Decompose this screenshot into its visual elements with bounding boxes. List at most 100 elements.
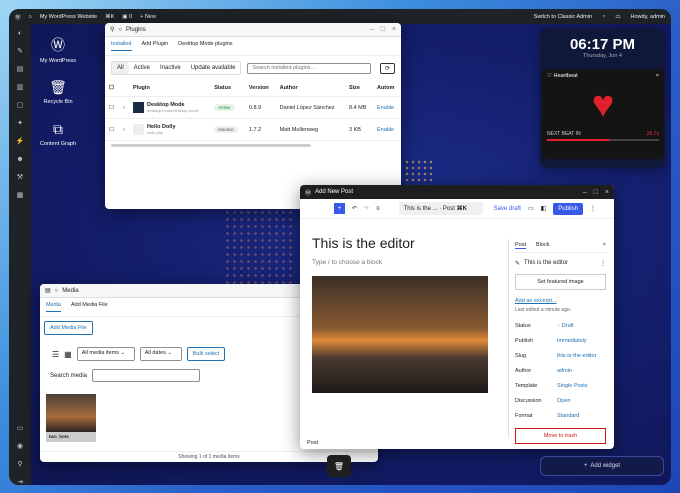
tab-post[interactable]: Post bbox=[515, 242, 527, 249]
expand-icon[interactable]: › bbox=[119, 96, 129, 119]
meta-template[interactable]: Template Single Posts bbox=[515, 383, 606, 389]
media-date-select[interactable]: All dates ⌄ bbox=[139, 347, 182, 361]
more-options-icon[interactable]: ⋮ bbox=[590, 205, 596, 212]
enable-link[interactable]: Enable bbox=[372, 96, 401, 119]
set-featured-image-button[interactable]: Set featured image bbox=[515, 274, 606, 290]
undo-icon[interactable]: ↶ bbox=[352, 205, 357, 212]
tab-installed[interactable]: Installed bbox=[111, 41, 132, 51]
select-all-checkbox[interactable]: ☐ bbox=[105, 80, 119, 97]
col-version[interactable]: Version bbox=[244, 80, 276, 97]
move-to-trash-button[interactable]: Move to trash bbox=[515, 428, 606, 444]
row-checkbox[interactable]: ☐ bbox=[105, 96, 119, 119]
enable-link[interactable]: Enable bbox=[372, 118, 401, 141]
comments-count[interactable]: ▣ 0 bbox=[122, 14, 132, 20]
users-icon[interactable]: ☻ bbox=[9, 150, 31, 168]
add-excerpt-link[interactable]: Add an excerpt... bbox=[515, 298, 606, 304]
tab-add-media-file[interactable]: Add Media File bbox=[71, 302, 108, 312]
editor-titlebar[interactable]: Ⓦ Add New Post – □ × bbox=[300, 185, 614, 199]
tab-add-plugin[interactable]: Add Plugin bbox=[142, 41, 169, 51]
desktop-icon-content-graph[interactable]: ⧉ Content Graph bbox=[33, 121, 83, 147]
filter-inactive[interactable]: Inactive bbox=[155, 62, 186, 74]
appearance-icon[interactable]: ✦ bbox=[9, 114, 31, 132]
desktop-icon-recycle-bin[interactable]: 🗑 Recycle Bin bbox=[33, 79, 83, 105]
howdy-link[interactable]: Howdy, admin bbox=[631, 14, 665, 20]
post-image[interactable] bbox=[312, 276, 488, 393]
filter-active[interactable]: Active bbox=[129, 62, 155, 74]
pin-icon[interactable]: ✎ bbox=[9, 42, 31, 60]
view-icon[interactable]: ▭ bbox=[615, 14, 620, 20]
plugins-titlebar[interactable]: ⚲ ○ Plugins – □ × bbox=[105, 23, 401, 37]
close-icon[interactable]: × bbox=[603, 242, 606, 249]
row-checkbox[interactable]: ☐ bbox=[105, 118, 119, 141]
grid-view-icon[interactable]: ▦ bbox=[64, 350, 72, 359]
tab-desktop-mode-plugins[interactable]: Desktop Mode plugins bbox=[178, 41, 232, 51]
plugin-search-input[interactable] bbox=[247, 62, 372, 74]
expand-icon[interactable]: › bbox=[119, 118, 129, 141]
dashboard-icon[interactable]: ◐ bbox=[9, 24, 31, 42]
lock-icon[interactable]: ⚲ bbox=[9, 455, 31, 473]
maximize-icon[interactable]: □ bbox=[594, 189, 598, 196]
refresh-icon[interactable]: ⟳ bbox=[379, 62, 395, 74]
settings-icon[interactable]: ▦ bbox=[9, 186, 31, 204]
add-media-file-button[interactable]: Add Media File bbox=[44, 321, 93, 335]
media-item[interactable]: two_bots bbox=[46, 394, 96, 442]
close-icon[interactable]: × bbox=[656, 73, 659, 79]
meta-status[interactable]: Status ◌ Draft bbox=[515, 323, 606, 329]
meta-publish[interactable]: Publish Immediately bbox=[515, 338, 606, 344]
post-title[interactable]: This is the editor bbox=[300, 225, 500, 259]
document-bar[interactable]: This is the ... · Post ⌘K bbox=[398, 202, 483, 215]
publish-button[interactable]: Publish bbox=[553, 202, 583, 215]
block-placeholder[interactable]: Type / to choose a block bbox=[300, 259, 500, 266]
filter-update-available[interactable]: Update available bbox=[186, 62, 241, 74]
list-view-icon[interactable]: ≡ bbox=[376, 206, 380, 212]
shortcut[interactable]: ⌘K bbox=[105, 14, 114, 20]
col-author[interactable]: Author bbox=[275, 80, 345, 97]
table-row[interactable]: ☐ › Desktop Mode desktop-mode/desktop-mode… bbox=[105, 96, 401, 119]
logout-icon[interactable]: ⇥ bbox=[9, 473, 31, 485]
col-plugin[interactable]: Plugin bbox=[129, 80, 211, 97]
meta-author[interactable]: Author admin bbox=[515, 368, 606, 374]
close-icon[interactable]: × bbox=[392, 26, 396, 33]
meta-format[interactable]: Format Standard bbox=[515, 413, 606, 419]
more-options-icon[interactable]: ⋮ bbox=[600, 260, 606, 267]
search-media-input[interactable] bbox=[92, 369, 201, 382]
tab-block[interactable]: Block bbox=[536, 242, 549, 249]
site-name[interactable]: My WordPress Website bbox=[40, 14, 97, 20]
media-icon[interactable]: ▤ bbox=[9, 60, 31, 78]
pages-icon[interactable]: ▥ bbox=[9, 78, 31, 96]
redo-icon[interactable]: ↷ bbox=[364, 205, 369, 212]
minimize-icon[interactable]: – bbox=[583, 189, 587, 196]
bell-icon[interactable]: ◔ bbox=[602, 14, 605, 20]
table-row[interactable]: ☐ › Hello Dolly hello.php Inactive 1.7.2 Ma… bbox=[105, 118, 401, 141]
comments-icon[interactable]: ▢ bbox=[9, 96, 31, 114]
desktop-icon-my-wordpress[interactable]: Ⓦ My WordPress bbox=[33, 35, 83, 64]
col-status[interactable]: Status bbox=[210, 80, 245, 97]
col-size[interactable]: Size bbox=[344, 80, 373, 97]
horizontal-scrollbar[interactable] bbox=[111, 144, 311, 147]
add-block-button[interactable]: + bbox=[334, 203, 345, 214]
filter-all[interactable]: All bbox=[112, 62, 129, 74]
meta-slug[interactable]: Slug this-is-the-editor bbox=[515, 353, 606, 359]
settings-toggle-icon[interactable]: ◧ bbox=[541, 205, 547, 212]
tab-media[interactable]: Media bbox=[46, 302, 61, 312]
save-draft-button[interactable]: Save draft bbox=[494, 206, 521, 212]
minimize-icon[interactable]: – bbox=[370, 26, 374, 33]
breadcrumb[interactable]: Post bbox=[304, 437, 321, 449]
new-button[interactable]: + New bbox=[140, 14, 156, 20]
maximize-icon[interactable]: □ bbox=[381, 26, 385, 33]
meta-discussion[interactable]: Discussion Open bbox=[515, 398, 606, 404]
bulk-select-button[interactable]: Bulk select bbox=[186, 347, 226, 361]
close-icon[interactable]: × bbox=[605, 189, 609, 196]
col-auto-updates[interactable]: Autom bbox=[372, 80, 401, 97]
list-view-icon[interactable]: ☰ bbox=[52, 350, 59, 359]
monitor-icon[interactable]: ▭ bbox=[9, 419, 31, 437]
trash-icon[interactable]: 🗑 bbox=[327, 455, 351, 477]
info-icon[interactable]: ◉ bbox=[9, 437, 31, 455]
tools-icon[interactable]: ⚒ bbox=[9, 168, 31, 186]
switch-classic-link[interactable]: Switch to Classic Admin bbox=[534, 14, 592, 20]
media-type-select[interactable]: All media items ⌄ bbox=[76, 347, 135, 361]
plugins-icon[interactable]: ⚡ bbox=[9, 132, 31, 150]
home-icon[interactable]: ⌂ bbox=[29, 14, 32, 20]
add-widget-button[interactable]: + Add widget bbox=[540, 456, 664, 476]
wordpress-icon[interactable]: Ⓦ bbox=[15, 13, 21, 21]
